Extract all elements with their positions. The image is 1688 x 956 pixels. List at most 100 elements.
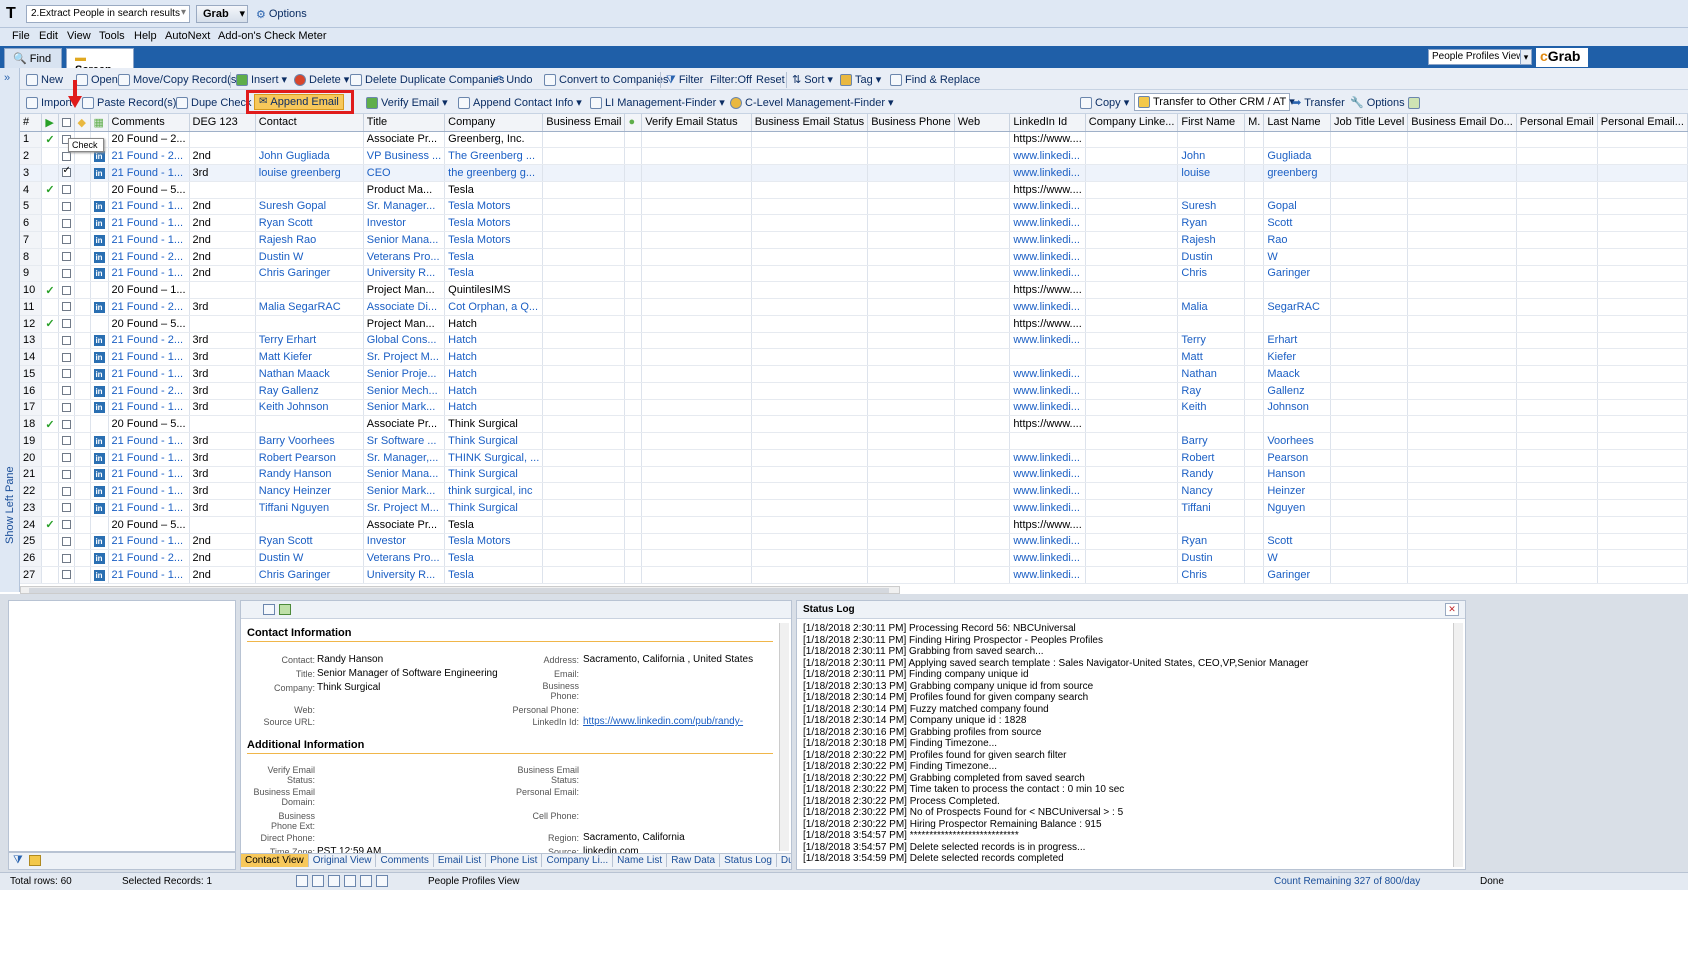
column-header[interactable]: ▶ bbox=[41, 114, 59, 132]
comments-cell[interactable]: 21 Found - 1... bbox=[108, 365, 190, 383]
linkedin-cell[interactable]: www.linkedi... bbox=[1009, 482, 1086, 500]
comments-cell[interactable]: 21 Found - 2... bbox=[108, 147, 190, 165]
linkedin-cell[interactable]: https://www.... bbox=[1009, 281, 1086, 299]
select-cell[interactable] bbox=[58, 214, 75, 232]
comments-cell[interactable]: 20 Found – 1... bbox=[108, 281, 190, 299]
contact-cell[interactable]: louise greenberg bbox=[255, 164, 364, 182]
table-row[interactable]: 10 ✓ 20 Found – 1... Project Man... Quintile… bbox=[20, 281, 1688, 299]
li-finder-button[interactable]: LI Management-Finder ▾ bbox=[590, 95, 725, 111]
detail-tab[interactable]: Email List bbox=[434, 854, 487, 867]
append-contact-button[interactable]: Append Contact Info ▾ bbox=[458, 95, 582, 111]
comments-cell[interactable]: 21 Found - 2... bbox=[108, 382, 190, 400]
linkedin-cell[interactable]: https://www.... bbox=[1009, 415, 1086, 433]
select-cell[interactable] bbox=[58, 231, 75, 249]
table-row[interactable]: 17 in 21 Found - 1... 3rd Keith Johnson Senio… bbox=[20, 399, 1688, 417]
contact-cell[interactable] bbox=[255, 516, 364, 534]
column-header[interactable] bbox=[58, 114, 75, 132]
table-row[interactable]: 18 ✓ 20 Found – 5... Associate Pr... Think S… bbox=[20, 415, 1688, 433]
row-checkbox[interactable] bbox=[61, 520, 71, 530]
row-checkbox[interactable] bbox=[61, 252, 71, 262]
table-row[interactable]: 8 in 21 Found - 2... 2nd Dustin W Veterans Pr… bbox=[20, 248, 1688, 266]
select-cell[interactable] bbox=[58, 181, 75, 199]
column-header[interactable]: Business Phone bbox=[867, 114, 955, 132]
close-icon[interactable]: ✕ bbox=[1445, 603, 1459, 616]
detail-tab[interactable]: Phone List bbox=[486, 854, 543, 867]
menu-item-help[interactable]: Help bbox=[134, 30, 157, 42]
row-checkbox[interactable] bbox=[61, 165, 71, 178]
tag-button[interactable]: Tag ▾ bbox=[840, 72, 881, 88]
column-header[interactable]: ◆ bbox=[74, 114, 91, 132]
grab-button[interactable]: Grab ▾ bbox=[196, 5, 248, 23]
save-layout-icon[interactable] bbox=[279, 604, 291, 615]
menu-item-autonext[interactable]: AutoNext bbox=[165, 30, 210, 42]
linkedin-cell[interactable]: www.linkedi... bbox=[1009, 449, 1086, 467]
linkedin-cell[interactable]: www.linkedi... bbox=[1009, 164, 1086, 182]
detail-tab[interactable]: Company Li... bbox=[542, 854, 614, 867]
append-email-button[interactable]: ✉ Append Email bbox=[254, 94, 344, 110]
row-checkbox[interactable] bbox=[61, 218, 71, 228]
select-cell[interactable] bbox=[58, 415, 75, 433]
comments-cell[interactable]: 21 Found - 1... bbox=[108, 533, 190, 551]
column-header[interactable]: Business Email Status bbox=[751, 114, 869, 132]
linkedin-cell[interactable]: www.linkedi... bbox=[1009, 231, 1086, 249]
select-all-checkbox[interactable] bbox=[61, 117, 71, 127]
menu-item-edit[interactable]: Edit bbox=[39, 30, 58, 42]
row-checkbox[interactable] bbox=[61, 268, 71, 278]
select-cell[interactable] bbox=[58, 348, 75, 366]
select-cell[interactable] bbox=[58, 449, 75, 467]
contact-cell[interactable] bbox=[255, 181, 364, 199]
move-copy-button[interactable]: Move/Copy Record(s) bbox=[118, 72, 240, 88]
table-row[interactable]: 16 in 21 Found - 2... 3rd Ray Gallenz Senior … bbox=[20, 382, 1688, 400]
row-checkbox[interactable] bbox=[61, 352, 71, 362]
table-row[interactable]: 25 in 21 Found - 1... 2nd Ryan Scott Investor… bbox=[20, 533, 1688, 551]
linkedin-cell[interactable]: www.linkedi... bbox=[1009, 549, 1086, 567]
row-checkbox[interactable] bbox=[61, 469, 71, 479]
comments-cell[interactable]: 20 Found – 5... bbox=[108, 415, 190, 433]
contact-cell[interactable] bbox=[255, 281, 364, 299]
select-cell[interactable] bbox=[58, 399, 75, 417]
linkedin-cell[interactable] bbox=[1009, 348, 1086, 366]
row-checkbox[interactable] bbox=[61, 486, 71, 496]
insert-button[interactable]: Insert ▾ bbox=[236, 72, 287, 88]
column-header[interactable]: DEG 123 bbox=[189, 114, 256, 132]
contact-cell[interactable]: Randy Hanson bbox=[255, 466, 364, 484]
detail-tab[interactable]: Raw Data bbox=[667, 854, 721, 867]
linkedin-cell[interactable]: www.linkedi... bbox=[1009, 298, 1086, 316]
folder-icon[interactable] bbox=[29, 855, 41, 866]
detail-tab[interactable]: DupCheck bbox=[777, 854, 791, 867]
row-checkbox[interactable] bbox=[61, 151, 71, 161]
comments-cell[interactable]: 21 Found - 1... bbox=[108, 466, 190, 484]
copy-button[interactable]: Copy ▾ bbox=[1080, 95, 1129, 111]
comments-cell[interactable]: 21 Found - 1... bbox=[108, 432, 190, 450]
convert-button[interactable]: Convert to Companies bbox=[544, 72, 668, 88]
select-cell[interactable] bbox=[58, 382, 75, 400]
contact-cell[interactable]: Chris Garinger bbox=[255, 265, 364, 283]
column-header[interactable]: Company Linke... bbox=[1085, 114, 1179, 132]
row-checkbox[interactable] bbox=[61, 570, 71, 580]
row-checkbox[interactable] bbox=[61, 402, 71, 412]
column-header[interactable]: Web bbox=[954, 114, 1011, 132]
contact-cell[interactable] bbox=[255, 415, 364, 433]
comments-cell[interactable]: 21 Found - 1... bbox=[108, 566, 190, 584]
comments-cell[interactable]: 20 Found – 5... bbox=[108, 181, 190, 199]
linkedin-cell[interactable]: https://www.... bbox=[1009, 315, 1086, 333]
column-header[interactable]: Comments bbox=[108, 114, 190, 132]
comments-cell[interactable]: 21 Found - 1... bbox=[108, 482, 190, 500]
import-button[interactable]: Import bbox=[26, 95, 72, 111]
transfer-crm-dropdown[interactable]: Transfer to Other CRM / AT ▾ bbox=[1134, 93, 1295, 111]
column-header[interactable]: # bbox=[20, 114, 43, 132]
table-row[interactable]: 27 in 21 Found - 1... 2nd Chris Garinger Univ… bbox=[20, 566, 1688, 584]
table-row[interactable]: 12 ✓ 20 Found – 5... Project Man... Hatch htt… bbox=[20, 315, 1688, 333]
contact-cell[interactable]: Rajesh Rao bbox=[255, 231, 364, 249]
menu-item-view[interactable]: View bbox=[67, 30, 91, 42]
select-cell[interactable] bbox=[58, 164, 75, 182]
table-row[interactable]: 7 in 21 Found - 1... 2nd Rajesh Rao Senior Ma… bbox=[20, 231, 1688, 249]
comments-cell[interactable]: 21 Found - 2... bbox=[108, 549, 190, 567]
contact-cell[interactable]: Robert Pearson bbox=[255, 449, 364, 467]
delete-button[interactable]: Delete ▾ bbox=[294, 72, 349, 88]
select-cell[interactable] bbox=[58, 298, 75, 316]
detail-tab[interactable]: Comments bbox=[376, 854, 434, 867]
menu-item-addons[interactable]: Add-on's Check Meter bbox=[218, 30, 326, 42]
tab-find[interactable]: 🔍 Find bbox=[4, 48, 62, 68]
column-header[interactable]: ▦ bbox=[90, 114, 109, 132]
